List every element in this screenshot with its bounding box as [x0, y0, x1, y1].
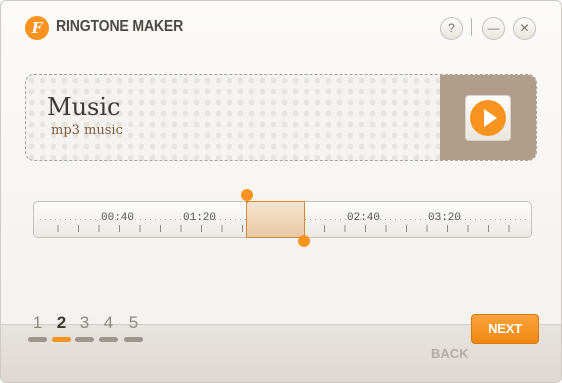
app-title: RINGTONE MAKER — [56, 18, 184, 35]
timeline-dot — [510, 219, 511, 220]
close-button[interactable]: ✕ — [513, 17, 536, 40]
play-icon — [470, 100, 506, 136]
next-button[interactable]: NEXT — [471, 314, 539, 344]
timeline-dot — [320, 219, 321, 220]
timeline-track[interactable]: 00:40 01:20 02:40 03:20 — [33, 201, 532, 238]
timeline-dot — [45, 219, 46, 220]
step-number: 4 — [103, 313, 114, 332]
help-button[interactable]: ? — [440, 17, 463, 40]
play-button[interactable] — [465, 95, 511, 141]
titlebar-divider — [471, 18, 472, 36]
timeline-dot — [55, 219, 56, 220]
timeline-dot — [225, 219, 226, 220]
timeline-dot — [395, 219, 396, 220]
timeline-dot — [345, 219, 346, 220]
timeline-dot — [525, 219, 526, 220]
timeline-dot — [80, 219, 81, 220]
timeline-dot — [150, 219, 151, 220]
timeline-dot — [425, 219, 426, 220]
timeline-dot — [70, 219, 71, 220]
timeline-dot — [465, 219, 466, 220]
step-bar — [52, 337, 71, 342]
timeline-dot — [160, 219, 161, 220]
music-card: Music mp3 music — [25, 74, 537, 161]
timeline-dot — [390, 219, 391, 220]
time-label: 03:20 — [428, 212, 462, 224]
timeline-dot — [165, 219, 166, 220]
title-bar[interactable]: F RINGTONE MAKER ? — ✕ — [1, 1, 561, 53]
timeline-dot — [85, 219, 86, 220]
end-handle[interactable] — [298, 235, 310, 247]
card-play-panel — [440, 75, 536, 160]
timeline-dot — [340, 219, 341, 220]
timeline-dot — [140, 219, 141, 220]
timeline-dot — [405, 219, 406, 220]
timeline-dot — [135, 219, 136, 220]
timeline-dot — [470, 219, 471, 220]
timeline-dot — [505, 219, 506, 220]
timeline-dot — [315, 219, 316, 220]
step-number: 1 — [32, 313, 43, 332]
timeline-dot — [330, 219, 331, 220]
timeline-dot — [75, 219, 76, 220]
timeline-dot — [415, 219, 416, 220]
timeline-dot — [335, 219, 336, 220]
step-4: 4 — [99, 314, 118, 342]
timeline-dot — [175, 219, 176, 220]
timeline-dot — [65, 219, 66, 220]
step-number: 2 — [56, 313, 67, 332]
time-label: 01:20 — [183, 212, 217, 224]
music-title: Music — [47, 93, 121, 121]
step-5: 5 — [124, 314, 143, 342]
timeline-dot — [310, 219, 311, 220]
app-logo-icon: F — [25, 16, 49, 40]
timeline-dot — [40, 219, 41, 220]
timeline-dot — [240, 219, 241, 220]
step-1: 1 — [28, 314, 47, 342]
timeline-dot — [180, 219, 181, 220]
step-number: 5 — [128, 313, 139, 332]
timeline-dot — [95, 219, 96, 220]
timeline-dot — [485, 219, 486, 220]
selection-range[interactable] — [246, 201, 305, 238]
time-label: 00:40 — [101, 212, 135, 224]
time-label: 02:40 — [347, 212, 381, 224]
timeline-dot — [235, 219, 236, 220]
timeline-dot — [60, 219, 61, 220]
timeline-dot — [475, 219, 476, 220]
step-number: 3 — [79, 313, 90, 332]
step-bar — [124, 337, 143, 342]
timeline-dot — [420, 219, 421, 220]
minimize-button[interactable]: — — [482, 17, 505, 40]
timeline-dot — [520, 219, 521, 220]
timeline-dot — [410, 219, 411, 220]
timeline-dot — [515, 219, 516, 220]
timeline-dot — [400, 219, 401, 220]
play-triangle-icon — [484, 109, 497, 127]
timeline-dot — [220, 219, 221, 220]
timeline-dot — [380, 219, 381, 220]
timeline-dot — [480, 219, 481, 220]
start-handle[interactable] — [241, 189, 253, 201]
step-2: 2 — [52, 314, 71, 342]
timeline-dot — [305, 219, 306, 220]
step-bar — [99, 337, 118, 342]
timeline-dot — [155, 219, 156, 220]
timeline-dot — [385, 219, 386, 220]
timeline-dot — [230, 219, 231, 220]
timeline-dot — [50, 219, 51, 220]
app-window: F RINGTONE MAKER ? — ✕ Music mp3 music 0… — [0, 0, 562, 383]
timeline-dot — [145, 219, 146, 220]
back-button[interactable]: BACK — [431, 346, 469, 362]
timeline-dot — [490, 219, 491, 220]
timeline-dot — [495, 219, 496, 220]
step-3: 3 — [75, 314, 94, 342]
step-bar — [28, 337, 47, 342]
step-bar — [75, 337, 94, 342]
music-subtitle: mp3 music — [51, 123, 123, 138]
timeline-dot — [170, 219, 171, 220]
timeline-dot — [90, 219, 91, 220]
timeline-dot — [500, 219, 501, 220]
timeline-dot — [325, 219, 326, 220]
